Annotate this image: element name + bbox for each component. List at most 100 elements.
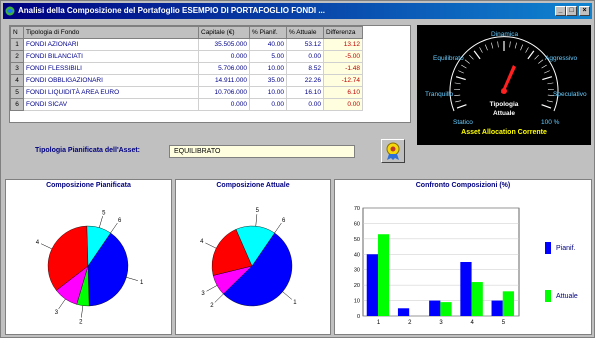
actual-pct-cell[interactable]: 0.00 — [286, 50, 324, 63]
bar-Attuale-5 — [502, 291, 515, 316]
minimize-button[interactable]: _ — [555, 6, 566, 16]
table-row[interactable]: 3 FONDI FLESSIBILI 5.706.000 10.00 8.52 … — [10, 62, 363, 75]
fund-type-cell[interactable]: FONDI SICAV — [23, 98, 199, 111]
planned-pie-panel: Composizione Pianificata 1 2 3 4 5 6 — [5, 179, 172, 335]
gauge-ticks — [449, 36, 559, 112]
x-tick-label: 5 — [502, 320, 506, 326]
window-title: Analisi della Composizione del Portafogl… — [18, 6, 325, 15]
capital-cell[interactable]: 0.000 — [198, 50, 250, 63]
gauge-tick — [479, 47, 483, 53]
row-number: 2 — [10, 50, 24, 63]
fund-type-cell[interactable]: FONDI BILANCIATI — [23, 50, 199, 63]
bar-Pianif.-2 — [397, 308, 410, 316]
pie-leader-line — [99, 216, 103, 228]
planned-pct-cell[interactable]: 40.00 — [249, 38, 287, 51]
pie-leader-line — [274, 222, 282, 234]
app-window: Analisi della Composizione del Portafogl… — [0, 0, 595, 338]
title-bar[interactable]: Analisi della Composizione del Portafogl… — [3, 3, 592, 19]
close-button[interactable]: × — [579, 6, 590, 16]
gauge-tick — [469, 54, 474, 60]
gauge-tick — [509, 41, 511, 48]
gauge-label-aggressivo: Aggressivo — [545, 55, 578, 62]
gauge-tick — [547, 82, 554, 85]
planned-pct-cell[interactable]: 10.00 — [249, 62, 287, 75]
pie-label-2: 2 — [210, 303, 214, 309]
col-header-capitale[interactable]: Capitale (€) — [198, 26, 250, 39]
actual-pie-chart: 123456 — [200, 208, 297, 309]
pie-label-6: 6 — [282, 218, 286, 224]
row-number: 6 — [10, 98, 24, 111]
col-header-n[interactable]: N — [10, 26, 24, 39]
fund-type-cell[interactable]: FONDI AZIONARI — [23, 38, 199, 51]
pie-leader-line — [205, 242, 217, 249]
actual-pct-cell[interactable]: 8.52 — [286, 62, 324, 75]
col-header-tipologia[interactable]: Tipologia di Fondo — [23, 26, 199, 39]
difference-cell: 6.10 — [323, 86, 363, 99]
pie-leader-line — [58, 298, 66, 310]
capital-cell[interactable]: 5.706.000 — [198, 62, 250, 75]
table-row[interactable]: 1 FONDI AZIONARI 35.505.000 40.00 53.12 … — [10, 38, 363, 51]
actual-pie-title: Composizione Attuale — [216, 182, 290, 189]
pie-leader-line — [81, 305, 84, 318]
actual-pie-panel: Composizione Attuale 123456 — [175, 179, 331, 335]
maximize-button[interactable]: □ — [566, 6, 577, 16]
table-row[interactable]: 4 FONDI OBBLIGAZIONARI 14.911.000 35.00 … — [10, 74, 363, 87]
y-tick-label: 60 — [354, 221, 360, 227]
gauge-tick — [464, 59, 470, 64]
gauge-label-tranquillo: Tranquillo — [425, 91, 454, 98]
capital-cell[interactable]: 10.706.000 — [198, 86, 250, 99]
x-tick-label: 2 — [408, 320, 412, 326]
gauge-tick — [538, 59, 544, 64]
row-number: 5 — [10, 86, 24, 99]
difference-cell: -1.48 — [323, 62, 363, 75]
planned-pct-cell[interactable]: 5.00 — [249, 50, 287, 63]
legend-planned-swatch — [545, 242, 551, 254]
difference-cell: 0.00 — [323, 98, 363, 111]
row-number: 4 — [10, 74, 24, 87]
fund-type-cell[interactable]: FONDI OBBLIGAZIONARI — [23, 74, 199, 87]
planned-type-field[interactable]: EQUILIBRATO — [169, 145, 355, 158]
actual-pct-cell[interactable]: 16.10 — [286, 86, 324, 99]
col-header-differenza[interactable]: Differenza — [323, 26, 363, 39]
table-row[interactable]: 6 FONDI SICAV 0.000 0.00 0.00 0.00 — [10, 98, 363, 111]
actual-pct-cell[interactable]: 0.00 — [286, 98, 324, 111]
x-tick-label: 1 — [377, 320, 381, 326]
pie-leader-line — [255, 214, 258, 227]
col-header-attuale[interactable]: % Attuale — [286, 26, 324, 39]
fund-type-cell[interactable]: FONDI FLESSIBILI — [23, 62, 199, 75]
difference-cell: -5.00 — [323, 50, 363, 63]
planned-pct-cell[interactable]: 35.00 — [249, 74, 287, 87]
pie-leader-line — [40, 243, 52, 250]
gauge-title: Asset Allocation Corrente — [461, 129, 547, 136]
pie-leader-line — [126, 277, 138, 281]
table-row[interactable]: 2 FONDI BILANCIATI 0.000 5.00 0.00 -5.00 — [10, 50, 363, 63]
gauge-tick — [514, 42, 517, 49]
legend-planned-label: Pianif. — [556, 245, 576, 252]
row-number: 1 — [10, 38, 24, 51]
pie-leader-line — [110, 222, 118, 234]
fund-type-cell[interactable]: FONDI LIQUIDITÀ AREA EURO — [23, 86, 199, 99]
y-tick-label: 70 — [354, 206, 360, 212]
capital-cell[interactable]: 0.000 — [198, 98, 250, 111]
pie-label-1: 1 — [140, 280, 144, 286]
planned-pct-cell[interactable]: 0.00 — [249, 98, 287, 111]
planned-type-label: Tipologia Pianificata dell'Asset: — [35, 147, 141, 154]
actual-pct-cell[interactable]: 53.12 — [286, 38, 324, 51]
col-header-pianif[interactable]: % Pianif. — [249, 26, 287, 39]
capital-cell[interactable]: 14.911.000 — [198, 74, 250, 87]
y-tick-label: 10 — [354, 299, 360, 305]
planned-pct-cell[interactable]: 10.00 — [249, 86, 287, 99]
pie-leader-line — [282, 291, 292, 300]
gauge-hub — [501, 88, 507, 94]
capital-cell[interactable]: 35.505.000 — [198, 38, 250, 51]
asset-allocation-gauge: Dinamica Equilibrato Aggressivo Tranquil… — [417, 25, 591, 145]
pie-label-5: 5 — [256, 208, 260, 214]
actual-pct-cell[interactable]: 22.26 — [286, 74, 324, 87]
funds-table[interactable]: N Tipologia di Fondo Capitale (€) % Pian… — [9, 25, 411, 123]
planned-type-button[interactable] — [381, 139, 405, 163]
medal-icon — [386, 142, 400, 160]
table-header-row: N Tipologia di Fondo Capitale (€) % Pian… — [10, 26, 363, 39]
gauge-tick — [491, 42, 494, 49]
gauge-tick — [458, 70, 464, 74]
table-row[interactable]: 5 FONDI LIQUIDITÀ AREA EURO 10.706.000 1… — [10, 86, 363, 99]
